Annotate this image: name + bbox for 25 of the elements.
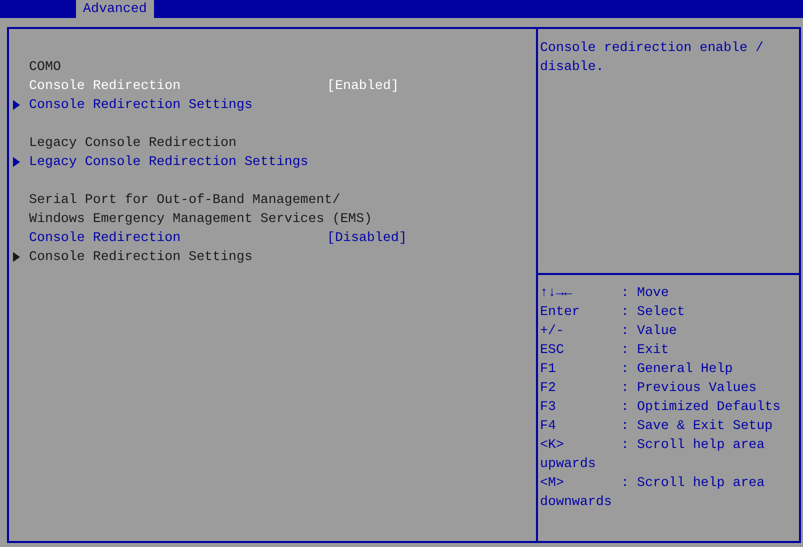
setting-value[interactable]: [Enabled] [327,76,399,95]
setting-label[interactable]: Console Redirection [29,228,327,247]
section-label: Legacy Console Redirection [29,134,236,152]
triangle-icon [13,252,21,262]
key-hint: F2 : Previous Values [540,379,758,397]
submenu-link[interactable]: Legacy Console Redirection Settings [29,152,308,171]
setting-label[interactable]: Console Redirection [29,76,327,95]
key-hint: +/- : Value [540,322,678,340]
key-hint: F3 : Optimized Defaults [540,398,782,416]
key-hint: F1 : General Help [540,360,734,378]
section-label: Windows Emergency Management Services (EMS) [29,210,372,228]
key-hint: ESC : Exit [540,341,670,359]
key-hint: F4 : Save & Exit Setup [540,417,774,435]
key-hint: <K> : Scroll help area upwards [540,436,766,473]
section-label: Serial Port for Out-of-Band Management/ [29,191,340,209]
key-hint: ↑↓→← : Move [540,284,670,302]
key-hint: <M> : Scroll help area downwards [540,474,766,511]
setting-value[interactable]: [Disabled] [327,228,407,247]
help-text: Console redirection enable / disable. [540,39,764,76]
submenu-link[interactable]: Console Redirection Settings [29,95,252,114]
menu-tab[interactable]: Advanced [76,0,154,18]
key-hint: Enter : Select [540,303,686,321]
triangle-icon [13,100,21,110]
triangle-icon [13,156,21,166]
section-label: COMO [29,58,61,76]
